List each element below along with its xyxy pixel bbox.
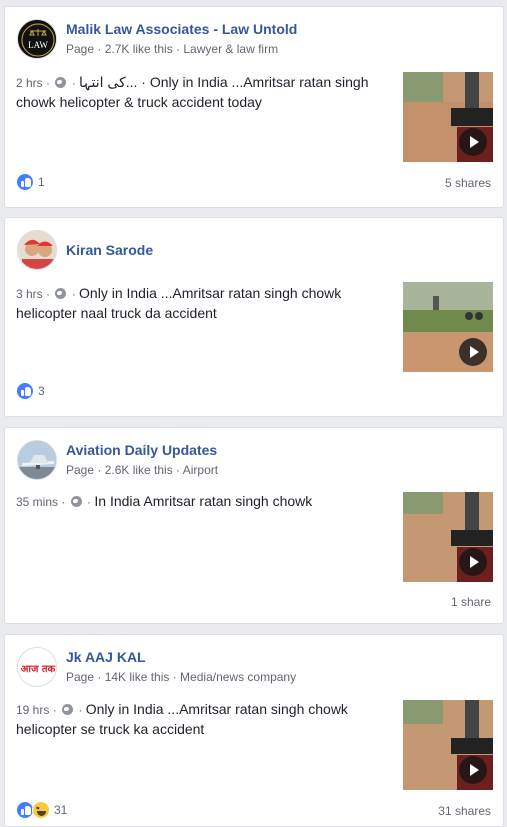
timestamp[interactable]: 3 hrs (16, 287, 43, 301)
page-meta: Page · 14K like this · Media/news compan… (66, 670, 297, 684)
like-reaction-icon (16, 173, 34, 191)
author-name[interactable]: Aviation Daily Updates (66, 442, 217, 458)
author-name[interactable]: Kiran Sarode (66, 242, 153, 258)
share-count[interactable]: 5 shares (445, 176, 491, 190)
play-icon[interactable] (459, 756, 487, 784)
author-name[interactable]: Malik Law Associates - Law Untold (66, 21, 297, 37)
globe-icon (55, 77, 67, 88)
post-card: LAW Malik Law Associates - Law Untold Pa… (4, 6, 504, 208)
globe-icon (70, 496, 82, 507)
svg-text:LAW: LAW (28, 40, 48, 50)
reactions-summary[interactable]: 31 (16, 801, 67, 819)
play-icon[interactable] (459, 338, 487, 366)
play-icon[interactable] (459, 128, 487, 156)
share-count[interactable]: 31 shares (438, 804, 491, 818)
post-text-line1: Only in India ...Amritsar ratan singh ch… (79, 285, 342, 301)
video-thumbnail[interactable] (403, 72, 493, 162)
avatar[interactable]: आज तक (17, 647, 57, 687)
reaction-count: 31 (54, 803, 68, 817)
avatar[interactable] (17, 230, 57, 270)
timestamp[interactable]: 35 mins (16, 495, 58, 509)
post-card: Aviation Daily Updates Page · 2.6K like … (4, 427, 504, 624)
post-text: 3 hrs · · Only in India ...Amritsar rata… (16, 285, 342, 321)
post-text-line2: helicopter se truck ka accident (16, 721, 205, 737)
post-card: Kiran Sarode 3 hrs · · Only in India ...… (4, 217, 504, 417)
post-text-line1: کی انتہا... · Only in India ...Amritsar … (79, 74, 369, 90)
reaction-count: 3 (38, 384, 45, 398)
timestamp[interactable]: 2 hrs (16, 76, 43, 90)
avatar[interactable]: LAW (17, 19, 57, 59)
globe-icon (62, 704, 74, 715)
like-reaction-icon (16, 382, 34, 400)
reactions-summary[interactable]: 3 (16, 382, 45, 400)
post-text-line1: Only in India ...Amritsar ratan singh ch… (85, 701, 348, 717)
author-name[interactable]: Jk AAJ KAL (66, 649, 146, 665)
video-thumbnail[interactable] (403, 700, 493, 790)
avatar[interactable] (17, 440, 57, 480)
post-text: 35 mins · · In India Amritsar ratan sing… (16, 493, 313, 509)
haha-reaction-icon (32, 801, 50, 819)
post-text-line1: In India Amritsar ratan singh chowk (94, 493, 313, 509)
share-count[interactable]: 1 share (451, 595, 491, 609)
post-text: 19 hrs · · Only in India ...Amritsar rat… (16, 701, 348, 737)
post-text: 2 hrs · · کی انتہا... · Only in India ..… (16, 74, 369, 110)
svg-text:आज तक: आज तक (21, 664, 57, 675)
post-card: आज तक Jk AAJ KAL Page · 14K like this · … (4, 634, 504, 827)
video-thumbnail[interactable] (403, 282, 493, 372)
globe-icon (55, 288, 67, 299)
post-text-line2: helicopter naal truck da accident (16, 305, 217, 321)
page-meta: Page · 2.6K like this · Airport (66, 463, 219, 477)
video-thumbnail[interactable] (403, 492, 493, 582)
reactions-summary[interactable]: 1 (16, 173, 45, 191)
play-icon[interactable] (459, 548, 487, 576)
post-text-line2: chowk helicopter & truck accident today (16, 94, 262, 110)
page-meta: Page · 2.7K like this · Lawyer & law fir… (66, 42, 279, 56)
reaction-count: 1 (38, 175, 45, 189)
timestamp[interactable]: 19 hrs (16, 703, 49, 717)
